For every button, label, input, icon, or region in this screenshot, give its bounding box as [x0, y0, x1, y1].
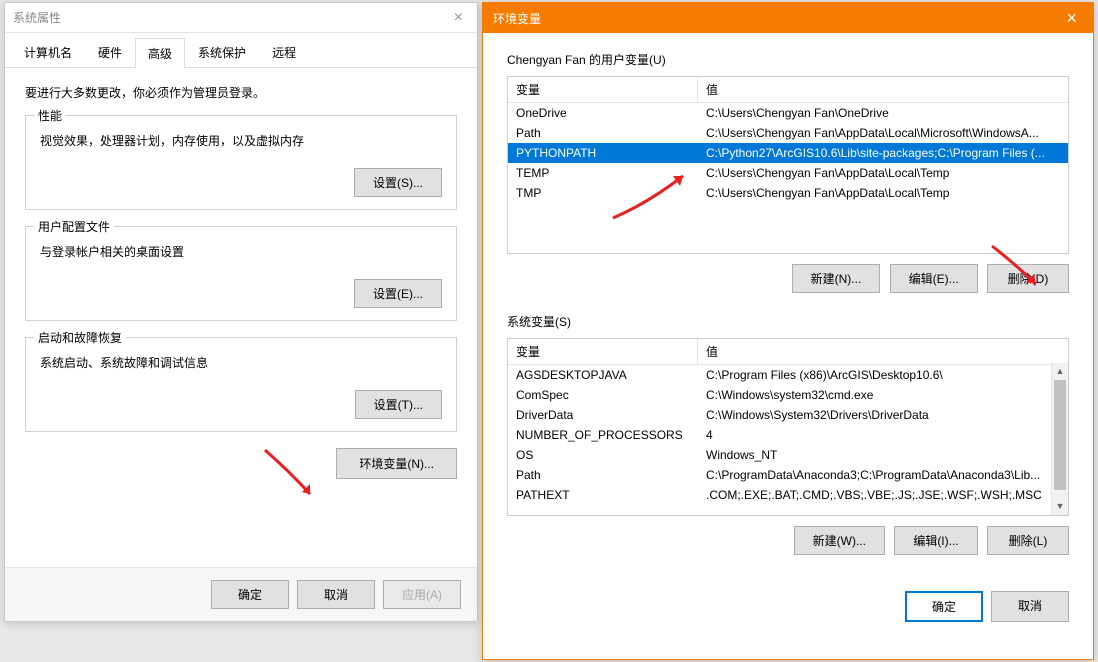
- sys-vars-buttons: 新建(W)... 编辑(I)... 删除(L): [507, 526, 1069, 555]
- header-value[interactable]: 值: [698, 339, 1068, 364]
- var-value: C:\Windows\system32\cmd.exe: [698, 385, 1068, 405]
- var-name: DriverData: [508, 405, 698, 425]
- var-name: OneDrive: [508, 103, 698, 123]
- var-name: PATHEXT: [508, 485, 698, 505]
- profiles-group: 用户配置文件 与登录帐户相关的桌面设置 设置(E)...: [25, 226, 457, 321]
- profiles-title: 用户配置文件: [34, 218, 114, 235]
- env-footer: 确定 取消: [483, 575, 1093, 638]
- profiles-desc: 与登录帐户相关的桌面设置: [40, 243, 442, 261]
- user-vars-table[interactable]: 变量 值 OneDriveC:\Users\Chengyan Fan\OneDr…: [507, 76, 1069, 254]
- tab-hardware[interactable]: 硬件: [85, 37, 135, 67]
- var-name: Path: [508, 123, 698, 143]
- var-name: NUMBER_OF_PROCESSORS: [508, 425, 698, 445]
- env-dialog-title: 环境变量: [493, 10, 1060, 27]
- var-name: Path: [508, 465, 698, 485]
- user-vars-header: 变量 值: [508, 77, 1068, 103]
- performance-title: 性能: [34, 107, 66, 124]
- tabstrip: 计算机名 硬件 高级 系统保护 远程: [5, 33, 477, 68]
- environment-variables-button[interactable]: 环境变量(N)...: [336, 448, 457, 479]
- performance-settings-button[interactable]: 设置(S)...: [354, 168, 442, 197]
- sys-delete-button[interactable]: 删除(L): [987, 526, 1069, 555]
- var-name: ComSpec: [508, 385, 698, 405]
- header-value[interactable]: 值: [698, 77, 1068, 102]
- performance-desc: 视觉效果，处理器计划，内存使用，以及虚拟内存: [40, 132, 442, 150]
- table-row[interactable]: PYTHONPATHC:\Python27\ArcGIS10.6\Lib\sit…: [508, 143, 1068, 163]
- environment-variables-dialog: 环境变量 × Chengyan Fan 的用户变量(U) 变量 值 OneDri…: [482, 2, 1094, 660]
- user-vars-buttons: 新建(N)... 编辑(E)... 删除(D): [507, 264, 1069, 293]
- scrollbar-thumb[interactable]: [1054, 380, 1066, 490]
- system-properties-footer: 确定 取消 应用(A): [5, 567, 477, 621]
- startup-group: 启动和故障恢复 系统启动、系统故障和调试信息 设置(T)...: [25, 337, 457, 432]
- sys-new-button[interactable]: 新建(W)...: [794, 526, 885, 555]
- table-row[interactable]: PathC:\Users\Chengyan Fan\AppData\Local\…: [508, 123, 1068, 143]
- var-value: C:\Users\Chengyan Fan\AppData\Local\Temp: [698, 183, 1068, 203]
- user-edit-button[interactable]: 编辑(E)...: [890, 264, 978, 293]
- table-row[interactable]: OneDriveC:\Users\Chengyan Fan\OneDrive: [508, 103, 1068, 123]
- table-row[interactable]: TMPC:\Users\Chengyan Fan\AppData\Local\T…: [508, 183, 1068, 203]
- header-variable[interactable]: 变量: [508, 77, 698, 102]
- sys-vars-header: 变量 值: [508, 339, 1068, 365]
- env-body: Chengyan Fan 的用户变量(U) 变量 值 OneDriveC:\Us…: [483, 33, 1093, 575]
- scroll-up-icon[interactable]: ▲: [1052, 363, 1068, 380]
- var-value: 4: [698, 425, 1068, 445]
- header-variable[interactable]: 变量: [508, 339, 698, 364]
- close-icon[interactable]: ×: [1060, 8, 1083, 29]
- system-properties-titlebar[interactable]: 系统属性 ×: [5, 3, 477, 33]
- env-cancel-button[interactable]: 取消: [991, 591, 1069, 622]
- admin-note: 要进行大多数更改，你必须作为管理员登录。: [25, 84, 457, 101]
- var-value: C:\Python27\ArcGIS10.6\Lib\site-packages…: [698, 143, 1068, 163]
- table-row[interactable]: OSWindows_NT: [508, 445, 1068, 465]
- table-row[interactable]: AGSDESKTOPJAVAC:\Program Files (x86)\Arc…: [508, 365, 1068, 385]
- user-new-button[interactable]: 新建(N)...: [792, 264, 881, 293]
- scroll-down-icon[interactable]: ▼: [1052, 498, 1068, 515]
- tab-system-protection[interactable]: 系统保护: [185, 37, 259, 67]
- sys-vars-table[interactable]: 变量 值 AGSDESKTOPJAVAC:\Program Files (x86…: [507, 338, 1069, 516]
- table-row[interactable]: PATHEXT.COM;.EXE;.BAT;.CMD;.VBS;.VBE;.JS…: [508, 485, 1068, 505]
- system-properties-body: 要进行大多数更改，你必须作为管理员登录。 性能 视觉效果，处理器计划，内存使用，…: [5, 68, 477, 495]
- sys-edit-button[interactable]: 编辑(I)...: [894, 526, 977, 555]
- var-value: C:\Users\Chengyan Fan\OneDrive: [698, 103, 1068, 123]
- close-icon[interactable]: ×: [448, 9, 469, 27]
- var-value: C:\ProgramData\Anaconda3;C:\ProgramData\…: [698, 465, 1068, 485]
- var-name: PYTHONPATH: [508, 143, 698, 163]
- user-delete-button[interactable]: 删除(D): [987, 264, 1069, 293]
- cancel-button[interactable]: 取消: [297, 580, 375, 609]
- startup-desc: 系统启动、系统故障和调试信息: [40, 354, 442, 372]
- var-name: AGSDESKTOPJAVA: [508, 365, 698, 385]
- var-value: C:\Users\Chengyan Fan\AppData\Local\Micr…: [698, 123, 1068, 143]
- tab-remote[interactable]: 远程: [259, 37, 309, 67]
- user-vars-label: Chengyan Fan 的用户变量(U): [507, 51, 1069, 68]
- tab-advanced[interactable]: 高级: [135, 38, 185, 68]
- table-row[interactable]: PathC:\ProgramData\Anaconda3;C:\ProgramD…: [508, 465, 1068, 485]
- var-value: Windows_NT: [698, 445, 1068, 465]
- performance-group: 性能 视觉效果，处理器计划，内存使用，以及虚拟内存 设置(S)...: [25, 115, 457, 210]
- scrollbar[interactable]: ▲ ▼: [1051, 363, 1068, 515]
- apply-button: 应用(A): [383, 580, 461, 609]
- env-ok-button[interactable]: 确定: [905, 591, 983, 622]
- tab-computer-name[interactable]: 计算机名: [11, 37, 85, 67]
- var-value: C:\Program Files (x86)\ArcGIS\Desktop10.…: [698, 365, 1068, 385]
- var-value: C:\Users\Chengyan Fan\AppData\Local\Temp: [698, 163, 1068, 183]
- var-name: TEMP: [508, 163, 698, 183]
- table-row[interactable]: TEMPC:\Users\Chengyan Fan\AppData\Local\…: [508, 163, 1068, 183]
- var-value: C:\Windows\System32\Drivers\DriverData: [698, 405, 1068, 425]
- env-titlebar[interactable]: 环境变量 ×: [483, 3, 1093, 33]
- var-value: .COM;.EXE;.BAT;.CMD;.VBS;.VBE;.JS;.JSE;.…: [698, 485, 1068, 505]
- var-name: TMP: [508, 183, 698, 203]
- profiles-settings-button[interactable]: 设置(E)...: [354, 279, 442, 308]
- table-row[interactable]: ComSpecC:\Windows\system32\cmd.exe: [508, 385, 1068, 405]
- startup-title: 启动和故障恢复: [34, 329, 126, 346]
- sys-vars-label: 系统变量(S): [507, 313, 1069, 330]
- startup-settings-button[interactable]: 设置(T)...: [355, 390, 442, 419]
- system-properties-dialog: 系统属性 × 计算机名 硬件 高级 系统保护 远程 要进行大多数更改，你必须作为…: [4, 2, 478, 622]
- table-row[interactable]: NUMBER_OF_PROCESSORS4: [508, 425, 1068, 445]
- ok-button[interactable]: 确定: [211, 580, 289, 609]
- var-name: OS: [508, 445, 698, 465]
- system-properties-title: 系统属性: [13, 9, 448, 26]
- table-row[interactable]: DriverDataC:\Windows\System32\Drivers\Dr…: [508, 405, 1068, 425]
